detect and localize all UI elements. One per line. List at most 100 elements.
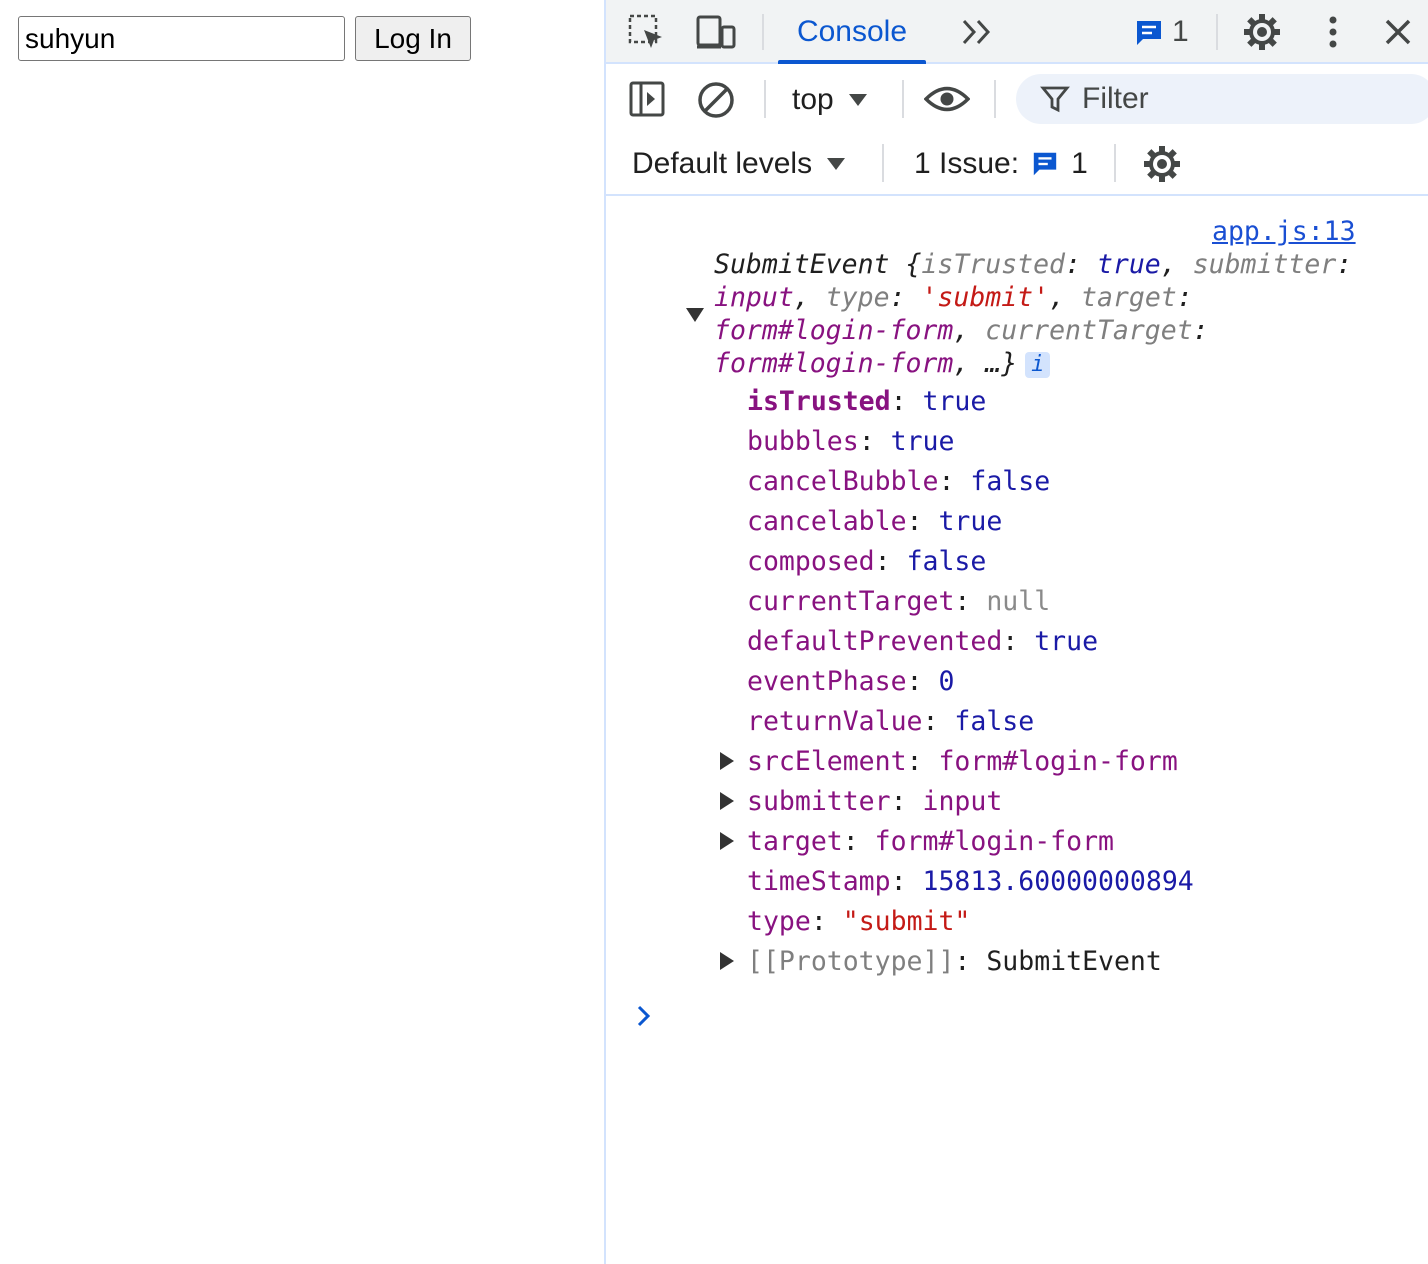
summary-value: input <box>714 282 794 313</box>
property-name: eventPhase <box>747 665 907 697</box>
property-value: true <box>1034 625 1099 657</box>
property-value: true <box>890 425 955 457</box>
summary-text: , …} <box>953 348 1018 379</box>
property-colon: : <box>858 425 891 457</box>
property-name: target <box>747 825 843 857</box>
property-value: SubmitEvent <box>986 945 1162 977</box>
property-row[interactable]: currentTarget: null <box>747 583 1050 619</box>
property-name: isTrusted <box>747 385 891 417</box>
clear-console-icon[interactable] <box>694 78 738 122</box>
property-row[interactable]: cancelable: true <box>747 503 1002 539</box>
issues-count: 1 <box>1071 147 1088 180</box>
sidebar-toggle-icon[interactable] <box>626 78 668 120</box>
summary-text: { <box>889 249 922 280</box>
tabbar-separator <box>1216 14 1218 50</box>
summary-key: isTrusted <box>921 249 1066 280</box>
property-name: srcElement <box>747 745 907 777</box>
property-row[interactable]: eventPhase: 0 <box>747 663 954 699</box>
issues-counter[interactable]: 1 Issue: 1 <box>914 142 1088 186</box>
property-colon: : <box>922 705 955 737</box>
property-row[interactable]: defaultPrevented: true <box>747 623 1098 659</box>
property-value: false <box>970 465 1051 497</box>
toolbar-separator <box>764 80 766 118</box>
property-value: 0 <box>938 665 955 697</box>
property-value: 15813.60000000894 <box>922 865 1194 897</box>
log-levels-label: Default levels <box>632 147 813 180</box>
property-name: type <box>747 905 811 937</box>
gear-icon[interactable] <box>1140 142 1184 186</box>
property-colon: : <box>890 865 923 897</box>
message-icon[interactable] <box>1132 16 1166 50</box>
property-colon: : <box>906 665 939 697</box>
property-name: [[Prototype]] <box>747 945 955 977</box>
property-name: currentTarget <box>747 585 955 617</box>
summary-value: true <box>1096 249 1161 280</box>
console-toolbar: top Filter Default levels 1 Issue: 1 <box>606 64 1428 196</box>
devtools-tabbar: Console 1 <box>606 0 1428 64</box>
property-value: null <box>986 585 1051 617</box>
property-row[interactable]: returnValue: false <box>747 703 1034 739</box>
more-tabs-chevron-icon[interactable] <box>958 14 998 50</box>
property-colon: : <box>842 825 875 857</box>
issues-badge-count[interactable]: 1 <box>1172 12 1189 52</box>
summary-text: : <box>1176 282 1193 313</box>
filter-input[interactable]: Filter <box>1016 74 1428 124</box>
dropdown-triangle-icon <box>848 94 867 106</box>
property-value: "submit" <box>842 905 971 937</box>
expand-triangle-icon[interactable] <box>720 832 734 850</box>
property-value: true <box>938 505 1003 537</box>
property-colon: : <box>906 505 939 537</box>
devtools-panel: Console 1 top Filter Default levels 1 Is… <box>604 0 1428 1264</box>
source-link[interactable]: app.js:13 <box>1212 216 1356 247</box>
property-row[interactable]: bubbles: true <box>747 423 954 459</box>
summary-value: form#login-form <box>714 348 954 379</box>
property-colon: : <box>938 465 971 497</box>
message-icon <box>1033 152 1057 176</box>
info-badge[interactable]: i <box>1025 351 1051 378</box>
property-row[interactable]: composed: false <box>747 543 986 579</box>
summary-key: submitter <box>1192 249 1337 280</box>
toolbar-separator <box>1114 144 1116 182</box>
property-name: timeStamp <box>747 865 891 897</box>
tab-console[interactable]: Console <box>778 0 926 64</box>
property-name: composed <box>747 545 875 577</box>
kebab-menu-icon[interactable] <box>1318 12 1348 52</box>
property-colon: : <box>954 585 987 617</box>
property-name: cancelable <box>747 505 907 537</box>
expand-triangle-icon[interactable] <box>720 952 734 970</box>
inspect-element-icon[interactable] <box>626 12 666 52</box>
property-row[interactable]: submitter: input <box>747 783 1002 819</box>
property-row[interactable]: type: "submit" <box>747 903 970 939</box>
property-colon: : <box>874 545 907 577</box>
console-prompt-chevron-icon[interactable] <box>636 1004 652 1033</box>
expand-triangle-icon[interactable] <box>720 792 734 810</box>
gear-icon[interactable] <box>1240 10 1284 54</box>
summary-text: : <box>1065 249 1097 280</box>
context-selector[interactable]: top <box>792 78 868 122</box>
property-value: input <box>922 785 1003 817</box>
property-row[interactable]: isTrusted: true <box>747 383 986 419</box>
property-row[interactable]: cancelBubble: false <box>747 463 1050 499</box>
property-row[interactable]: srcElement: form#login-form <box>747 743 1178 779</box>
dropdown-triangle-icon <box>827 158 846 170</box>
username-input[interactable] <box>18 16 345 61</box>
property-value: form#login-form <box>874 825 1114 857</box>
summary-value: 'submit' <box>921 282 1050 313</box>
device-toolbar-icon[interactable] <box>694 12 738 52</box>
property-row[interactable]: [[Prototype]]: SubmitEvent <box>747 943 1162 979</box>
summary-text: , <box>793 282 826 313</box>
property-name: cancelBubble <box>747 465 939 497</box>
live-expression-eye-icon[interactable] <box>922 78 972 120</box>
object-summary[interactable]: SubmitEvent {isTrusted: true, submitter:… <box>714 248 1394 380</box>
property-name: defaultPrevented <box>747 625 1003 657</box>
property-value: false <box>954 705 1035 737</box>
summary-key: target <box>1081 282 1177 313</box>
log-levels-dropdown[interactable]: Default levels <box>632 142 846 186</box>
expand-triangle-icon[interactable] <box>720 752 734 770</box>
collapse-triangle-icon[interactable] <box>686 308 704 322</box>
login-button[interactable]: Log In <box>355 16 471 61</box>
property-row[interactable]: timeStamp: 15813.60000000894 <box>747 863 1194 899</box>
close-icon[interactable] <box>1378 12 1418 52</box>
property-row[interactable]: target: form#login-form <box>747 823 1114 859</box>
summary-text: : <box>889 282 922 313</box>
